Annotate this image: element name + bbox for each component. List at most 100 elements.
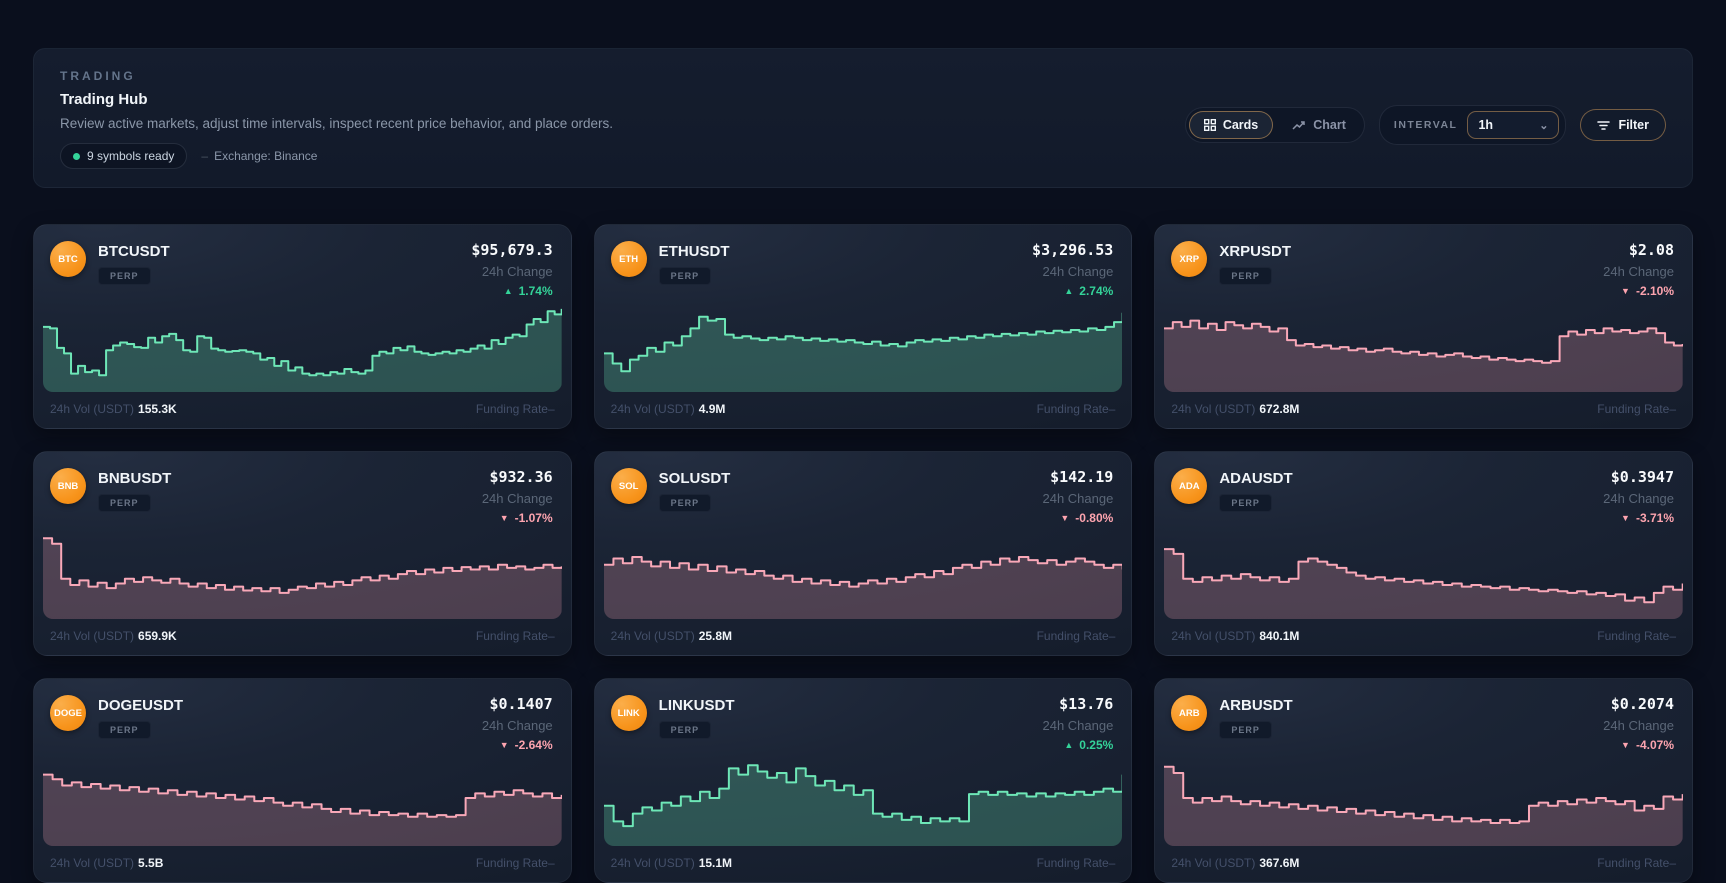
volume-label: 24h Vol (USDT) xyxy=(610,856,695,870)
volume-block: 24h Vol (USDT) 367.6M xyxy=(1171,856,1299,870)
view-toggle-chart[interactable]: Chart xyxy=(1277,111,1361,139)
volume-value: 4.9M xyxy=(698,402,726,416)
exchange-label: – Exchange: Binance xyxy=(201,149,318,163)
card-footer: 24h Vol (USDT) 15.1M Funding Rate– xyxy=(595,856,1132,882)
change-arrow-icon: ▼ xyxy=(1621,286,1630,296)
card-header: BTC BTCUSDT PERP $95,679.3 24h Change ▲ … xyxy=(34,225,571,298)
view-toggle: Cards Chart xyxy=(1184,107,1365,143)
change-label: 24h Change xyxy=(481,718,553,733)
volume-label: 24h Vol (USDT) xyxy=(50,402,135,416)
view-toggle-chart-label: Chart xyxy=(1313,118,1346,132)
funding-rate: Funding Rate– xyxy=(1597,856,1676,870)
card-footer: 24h Vol (USDT) 659.9K Funding Rate– xyxy=(34,629,571,655)
sparkline-chart xyxy=(1164,296,1683,392)
sparkline-chart xyxy=(603,296,1123,392)
change-label: 24h Change xyxy=(1042,491,1114,506)
card-symbol: SOLUSDT xyxy=(658,470,731,487)
sparkline-chart xyxy=(603,523,1123,619)
volume-label: 24h Vol (USDT) xyxy=(50,856,135,870)
volume-block: 24h Vol (USDT) 4.9M xyxy=(611,402,726,416)
change-label: 24h Change xyxy=(1042,718,1114,733)
volume-block: 24h Vol (USDT) 155.3K xyxy=(50,402,177,416)
volume-block: 24h Vol (USDT) 5.5B xyxy=(50,856,163,870)
card-symbol: ADAUSDT xyxy=(1219,470,1293,487)
sparkline-chart xyxy=(603,750,1123,846)
perp-badge: PERP xyxy=(658,267,712,285)
coin-icon: BTC xyxy=(50,241,86,277)
status-badge: 9 symbols ready xyxy=(60,143,188,169)
market-card-ada[interactable]: ADA ADAUSDT PERP $0.3947 24h Change ▼ -3… xyxy=(1154,451,1693,656)
filter-button[interactable]: Filter xyxy=(1580,109,1666,141)
card-footer: 24h Vol (USDT) 367.6M Funding Rate– xyxy=(1155,856,1692,882)
change-arrow-icon: ▲ xyxy=(1064,740,1074,750)
volume-value: 672.8M xyxy=(1259,402,1300,416)
interval-select[interactable]: 1h ⌄ xyxy=(1467,111,1560,139)
change-arrow-icon: ▼ xyxy=(499,513,509,523)
coin-icon: ETH xyxy=(610,241,647,277)
card-header: ARB ARBUSDT PERP $0.2074 24h Change ▼ -4… xyxy=(1155,679,1692,752)
perp-badge: PERP xyxy=(658,721,712,739)
cards-grid-icon xyxy=(1203,119,1216,131)
funding-rate: Funding Rate– xyxy=(475,629,555,643)
perp-badge: PERP xyxy=(658,494,712,512)
funding-rate: Funding Rate– xyxy=(1036,629,1116,643)
card-identity: BNB BNBUSDT PERP xyxy=(50,468,171,512)
volume-label: 24h Vol (USDT) xyxy=(1171,402,1256,416)
funding-rate: Funding Rate– xyxy=(475,856,555,870)
card-price-block: $0.1407 24h Change ▼ -2.64% xyxy=(482,695,553,752)
market-card-btc[interactable]: BTC BTCUSDT PERP $95,679.3 24h Change ▲ … xyxy=(33,224,572,429)
card-price: $13.76 xyxy=(1059,695,1114,713)
card-price: $142.19 xyxy=(1050,468,1114,486)
card-symbol: LINKUSDT xyxy=(658,697,735,714)
card-header: BNB BNBUSDT PERP $932.36 24h Change ▼ -1… xyxy=(34,452,571,525)
card-identity: ETH ETHUSDT PERP xyxy=(610,241,730,285)
market-card-doge[interactable]: DOGE DOGEUSDT PERP $0.1407 24h Change ▼ … xyxy=(33,678,572,883)
funding-rate: Funding Rate– xyxy=(1597,402,1676,416)
perp-badge: PERP xyxy=(98,494,151,512)
header-meta-row: 9 symbols ready – Exchange: Binance xyxy=(60,143,613,169)
card-identity: ADA ADAUSDT PERP xyxy=(1171,468,1293,512)
card-header: SOL SOLUSDT PERP $142.19 24h Change ▼ -0… xyxy=(595,452,1132,525)
change-label: 24h Change xyxy=(1042,264,1114,279)
coin-icon: BNB xyxy=(50,468,86,504)
volume-block: 24h Vol (USDT) 25.8M xyxy=(611,629,732,643)
market-card-arb[interactable]: ARB ARBUSDT PERP $0.2074 24h Change ▼ -4… xyxy=(1154,678,1693,883)
market-card-sol[interactable]: SOL SOLUSDT PERP $142.19 24h Change ▼ -0… xyxy=(593,451,1133,656)
card-footer: 24h Vol (USDT) 672.8M Funding Rate– xyxy=(1155,402,1692,428)
market-card-link[interactable]: LINK LINKUSDT PERP $13.76 24h Change ▲ 0… xyxy=(593,678,1133,883)
volume-value: 659.9K xyxy=(138,629,177,643)
coin-icon: LINK xyxy=(610,695,647,731)
section-eyebrow: TRADING xyxy=(60,69,136,83)
volume-label: 24h Vol (USDT) xyxy=(1171,629,1256,643)
sparkline-chart xyxy=(43,750,562,846)
card-footer: 24h Vol (USDT) 155.3K Funding Rate– xyxy=(34,402,571,428)
card-footer: 24h Vol (USDT) 4.9M Funding Rate– xyxy=(595,402,1132,428)
market-card-eth[interactable]: ETH ETHUSDT PERP $3,296.53 24h Change ▲ … xyxy=(593,224,1133,429)
card-price: $932.36 xyxy=(489,468,553,486)
page-subtitle: Review active markets, adjust time inter… xyxy=(60,116,614,131)
card-price-block: $0.2074 24h Change ▼ -4.07% xyxy=(1603,695,1674,752)
volume-value: 25.8M xyxy=(698,629,733,643)
header-text-block: TRADING Trading Hub Review active market… xyxy=(60,69,613,169)
market-card-bnb[interactable]: BNB BNBUSDT PERP $932.36 24h Change ▼ -1… xyxy=(33,451,572,656)
card-symbol: DOGEUSDT xyxy=(98,697,184,714)
card-header: ETH ETHUSDT PERP $3,296.53 24h Change ▲ … xyxy=(595,225,1132,298)
view-toggle-cards[interactable]: Cards xyxy=(1188,111,1274,139)
funding-rate: Funding Rate– xyxy=(1036,856,1116,870)
card-header: LINK LINKUSDT PERP $13.76 24h Change ▲ 0… xyxy=(595,679,1132,752)
volume-value: 5.5B xyxy=(138,856,164,870)
change-arrow-icon: ▼ xyxy=(1060,513,1070,523)
card-symbol: ARBUSDT xyxy=(1219,697,1293,714)
coin-icon: DOGE xyxy=(50,695,86,731)
card-footer: 24h Vol (USDT) 840.1M Funding Rate– xyxy=(1155,629,1692,655)
sparkline-chart xyxy=(43,523,562,619)
card-price: $0.2074 xyxy=(1610,695,1674,713)
volume-label: 24h Vol (USDT) xyxy=(50,629,135,643)
volume-block: 24h Vol (USDT) 659.9K xyxy=(50,629,177,643)
market-card-xrp[interactable]: XRP XRPUSDT PERP $2.08 24h Change ▼ -2.1… xyxy=(1154,224,1693,429)
volume-label: 24h Vol (USDT) xyxy=(610,629,695,643)
card-identity: SOL SOLUSDT PERP xyxy=(610,468,731,512)
card-footer: 24h Vol (USDT) 25.8M Funding Rate– xyxy=(595,629,1132,655)
card-symbol: ETHUSDT xyxy=(658,243,730,260)
market-cards-grid: BTC BTCUSDT PERP $95,679.3 24h Change ▲ … xyxy=(33,224,1693,883)
